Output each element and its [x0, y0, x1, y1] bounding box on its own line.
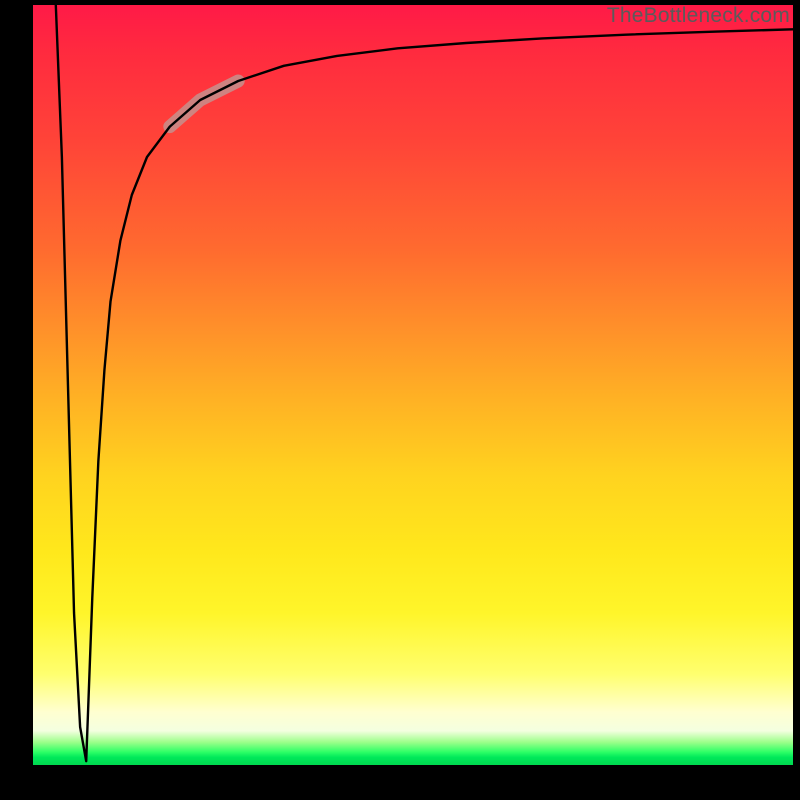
plot-gradient-background [33, 5, 793, 765]
watermark-text: TheBottleneck.com [607, 4, 790, 28]
chart-stage: TheBottleneck.com [0, 0, 800, 800]
